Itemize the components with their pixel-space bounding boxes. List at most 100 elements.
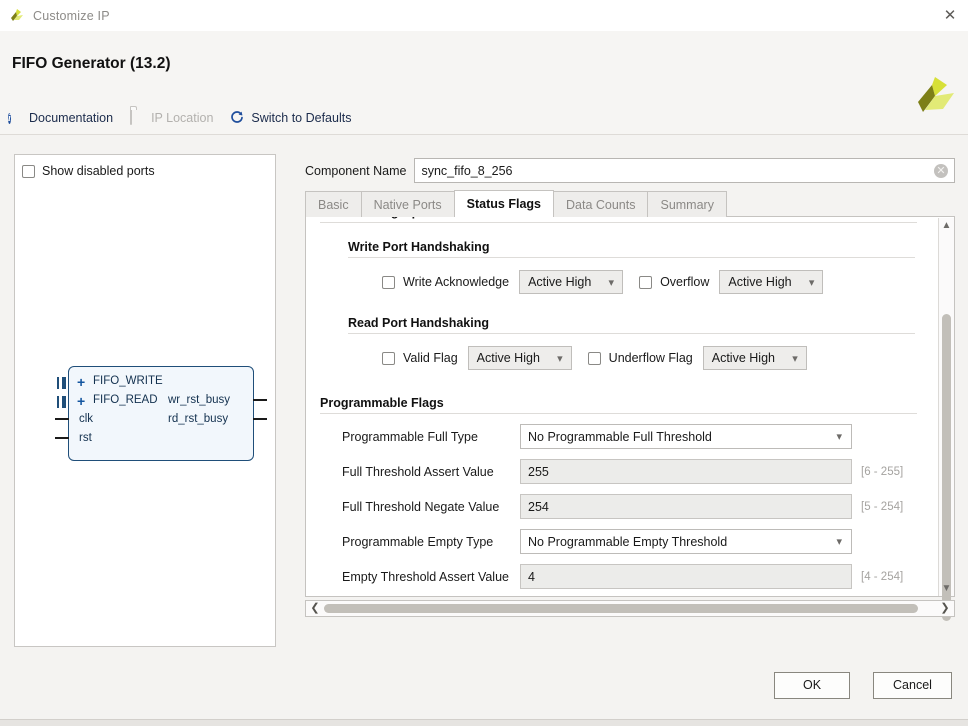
programmable-full-type-label: Programmable Full Type <box>342 429 478 444</box>
underflow-flag-label: Underflow Flag <box>608 351 693 365</box>
programmable-empty-type-value: No Programmable Empty Threshold <box>528 534 728 549</box>
port-rd-rst-busy: rd_rst_busy <box>168 413 229 425</box>
chevron-down-icon: ▾ <box>557 353 563 365</box>
full-threshold-negate-input[interactable]: 254 <box>520 494 852 519</box>
tabs-filler <box>725 191 955 217</box>
underflow-flag-polarity-combo[interactable]: Active High ▾ <box>702 346 807 370</box>
ip-symbol-panel: Show disabled ports + + FIFO_WRITE FIFO_… <box>14 154 276 647</box>
tab-summary[interactable]: Summary <box>647 191 727 217</box>
tab-status-flags[interactable]: Status Flags <box>453 190 554 217</box>
tab-native-ports[interactable]: Native Ports <box>360 191 455 217</box>
valid-flag-label: Valid Flag <box>403 351 458 365</box>
switch-to-defaults-link[interactable]: Switch to Defaults <box>230 110 351 126</box>
vertical-scrollbar-thumb[interactable] <box>942 314 951 621</box>
info-icon: i <box>8 113 11 124</box>
chevron-left-icon[interactable]: ❮ <box>307 601 323 616</box>
full-threshold-negate-row: Full Threshold Negate Value 254 [5 - 254… <box>342 494 927 519</box>
valid-flag-checkbox[interactable] <box>382 351 395 365</box>
full-threshold-assert-label: Full Threshold Assert Value <box>342 464 494 479</box>
ip-location-link[interactable]: IP Location <box>130 109 214 126</box>
show-disabled-ports-checkbox[interactable] <box>22 164 35 178</box>
chevron-down-icon: ▾ <box>608 277 615 289</box>
ip-location-label: IP Location <box>151 111 214 125</box>
vertical-scrollbar[interactable]: ▲ ▼ <box>938 218 954 621</box>
programmable-flags-section: Programmable Flags Programmable Full Typ… <box>320 396 927 596</box>
cancel-button[interactable]: Cancel <box>873 672 952 699</box>
write-port-handshaking-row: Write Acknowledge Active High ▾ Overflow… <box>382 270 927 294</box>
chevron-down-icon: ▾ <box>836 536 842 548</box>
xilinx-logo <box>910 72 958 120</box>
window-titlebar: Customize IP ✕ <box>0 0 968 32</box>
write-acknowledge-polarity-combo[interactable]: Active High ▾ <box>519 270 624 294</box>
ip-config-panel: Component Name sync_fifo_8_256 ✕ Basic N… <box>305 150 955 650</box>
tab-basic[interactable]: Basic <box>305 191 362 217</box>
bus-stub-fifo-read <box>57 396 66 408</box>
read-port-handshaking-row: Valid Flag Active High ▾ Underflow Flag … <box>382 346 927 370</box>
programmable-full-type-row: Programmable Full Type No Programmable F… <box>342 424 927 449</box>
full-threshold-assert-row: Full Threshold Assert Value 255 [6 - 255… <box>342 459 927 484</box>
horizontal-scrollbar-thumb[interactable] <box>324 604 918 613</box>
port-fifo-read: FIFO_READ <box>93 394 158 406</box>
switch-to-defaults-label: Switch to Defaults <box>251 111 352 125</box>
valid-flag-polarity-combo[interactable]: Active High ▾ <box>467 346 572 370</box>
port-fifo-write: FIFO_WRITE <box>93 375 163 387</box>
port-clk: clk <box>79 413 94 425</box>
programmable-full-type-combo[interactable]: No Programmable Full Threshold ▾ <box>520 424 852 449</box>
overflow-polarity-combo[interactable]: Active High ▾ <box>719 270 824 294</box>
chevron-down-icon: ▾ <box>808 277 815 289</box>
documentation-label: Documentation <box>29 111 114 125</box>
show-disabled-ports-label: Show disabled ports <box>42 164 155 178</box>
empty-threshold-assert-hint: [4 - 254] <box>861 570 904 583</box>
programmable-flags-header: Programmable Flags <box>320 396 917 414</box>
component-name-value: sync_fifo_8_256 <box>421 163 513 178</box>
valid-flag-polarity-value: Active High <box>476 351 540 365</box>
page-title: FIFO Generator (13.2) <box>12 55 171 72</box>
full-threshold-negate-hint: [5 - 254] <box>861 500 904 513</box>
write-port-handshaking-header: Write Port Handshaking <box>348 240 915 258</box>
show-disabled-ports-row[interactable]: Show disabled ports <box>22 164 155 178</box>
overflow-polarity-value: Active High <box>728 275 792 289</box>
config-tabs: Basic Native Ports Status Flags Data Cou… <box>305 190 955 218</box>
documentation-link[interactable]: i Documentation <box>8 110 113 126</box>
ok-button[interactable]: OK <box>774 672 850 699</box>
wire-rst <box>55 437 69 439</box>
chevron-down-icon: ▾ <box>836 431 842 443</box>
bus-stub-fifo-write <box>57 377 66 389</box>
empty-threshold-assert-row: Empty Threshold Assert Value 4 [4 - 254] <box>342 564 927 589</box>
expand-fifo-write-icon[interactable]: + <box>77 375 85 389</box>
tab-data-counts[interactable]: Data Counts <box>553 191 649 217</box>
chevron-down-icon[interactable]: ▼ <box>939 581 954 596</box>
status-flags-inner: Handshaking Options Write Port Handshaki… <box>306 217 927 596</box>
overflow-checkbox[interactable] <box>639 275 653 289</box>
status-flags-content: Handshaking Options Write Port Handshaki… <box>305 217 955 597</box>
full-threshold-negate-label: Full Threshold Negate Value <box>342 499 500 514</box>
empty-threshold-assert-input[interactable]: 4 <box>520 564 852 589</box>
folder-icon <box>130 109 146 126</box>
programmable-empty-type-label: Programmable Empty Type <box>342 534 494 549</box>
programmable-full-type-value: No Programmable Full Threshold <box>528 429 712 444</box>
component-name-input[interactable]: sync_fifo_8_256 ✕ <box>414 158 955 183</box>
write-acknowledge-polarity-value: Active High <box>528 275 592 289</box>
empty-threshold-assert-label: Empty Threshold Assert Value <box>342 569 509 584</box>
programmable-empty-type-combo[interactable]: No Programmable Empty Threshold ▾ <box>520 529 852 554</box>
component-name-row: Component Name sync_fifo_8_256 ✕ <box>305 158 955 183</box>
component-name-label: Component Name <box>305 163 407 178</box>
overflow-label: Overflow <box>660 275 710 289</box>
horizontal-scrollbar[interactable]: ❮ ❯ <box>305 600 955 617</box>
chevron-down-icon: ▾ <box>792 353 798 365</box>
expand-fifo-read-icon[interactable]: + <box>77 394 85 408</box>
chevron-right-icon[interactable]: ❯ <box>937 601 953 616</box>
ip-symbol-diagram: + + FIFO_WRITE FIFO_READ clk rst wr_rst_… <box>55 366 267 461</box>
chevron-up-icon[interactable]: ▲ <box>939 218 954 233</box>
underflow-flag-polarity-value: Active High <box>711 351 775 365</box>
write-acknowledge-checkbox[interactable] <box>382 275 395 289</box>
wire-clk <box>55 418 69 420</box>
close-icon[interactable]: ✕ <box>941 7 959 25</box>
port-rst: rst <box>79 432 92 444</box>
full-threshold-assert-input[interactable]: 255 <box>520 459 852 484</box>
programmable-empty-type-row: Programmable Empty Type No Programmable … <box>342 529 927 554</box>
clear-icon[interactable]: ✕ <box>934 164 948 178</box>
wire-wr-rst-busy <box>253 399 267 401</box>
window-title: Customize IP <box>33 8 110 23</box>
underflow-flag-checkbox[interactable] <box>587 351 601 365</box>
